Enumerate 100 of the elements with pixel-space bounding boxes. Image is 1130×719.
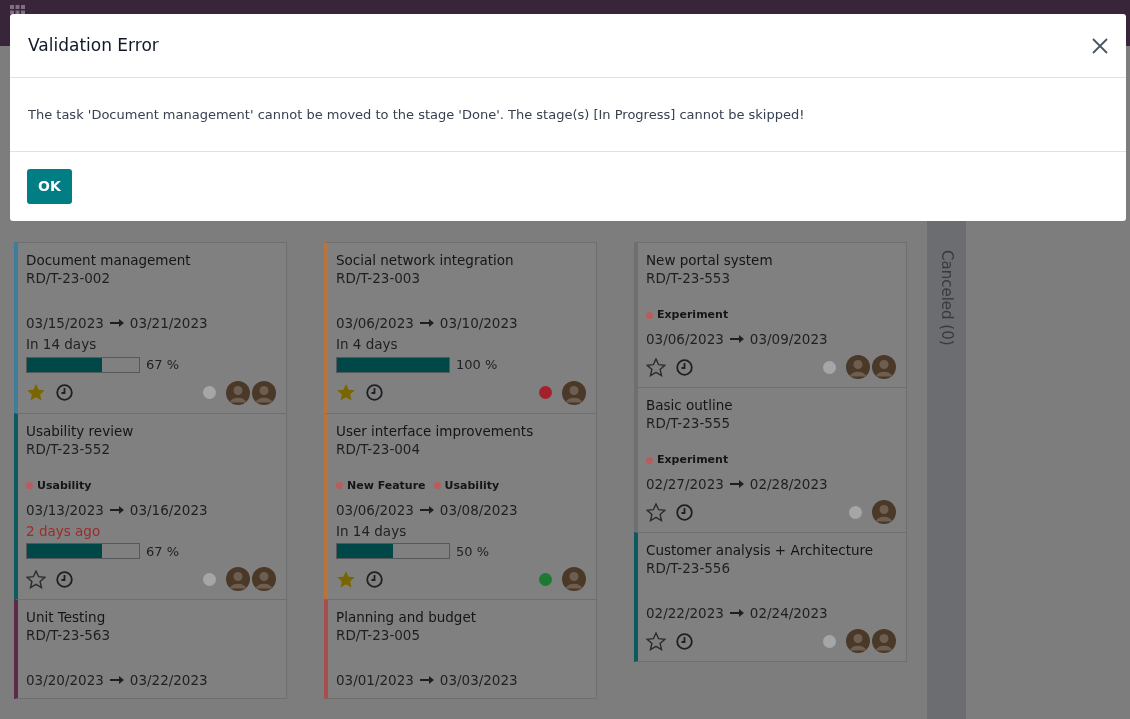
- end-date: 03/16/2023: [129, 500, 208, 520]
- end-date: 03/21/2023: [129, 314, 208, 333]
- status-dot[interactable]: [539, 572, 552, 586]
- task-title: Social network integration: [336, 251, 515, 269]
- task-card[interactable]: New portal system RD/T-23-553 Experiment 03/06/2023 03/09/2023: [634, 242, 907, 388]
- tag-label: Experiment: [657, 452, 729, 468]
- task-card[interactable]: Social network integration RD/T-23-003 03/06/2023 03/10/2023 In 4 days 100 %: [324, 242, 597, 414]
- start-date: 03/06/2023: [336, 314, 414, 333]
- arrow-icon: [729, 335, 744, 343]
- arrow-icon: [109, 676, 124, 684]
- status-dot[interactable]: [849, 505, 862, 519]
- status-dot[interactable]: [823, 634, 836, 648]
- task-title: New portal system: [646, 251, 774, 269]
- avatar: [846, 629, 870, 653]
- progress-reading: 67 %: [146, 356, 180, 374]
- end-date: 02/28/2023: [749, 475, 828, 494]
- task-reference: RD/T-23-005: [336, 626, 422, 644]
- task-card[interactable]: Unit Testing RD/T-23-563 03/20/2023 03/22/2023: [14, 599, 287, 699]
- status-dot[interactable]: [203, 572, 216, 586]
- start-date: 03/06/2023: [336, 500, 414, 520]
- deadline-text: In 14 days: [26, 335, 98, 354]
- deadline-text: 2 days ago: [26, 521, 102, 541]
- tag-label: New Feature: [347, 477, 426, 494]
- tag-label: Experiment: [657, 307, 729, 323]
- progress-reading: 67 %: [146, 542, 180, 561]
- task-reference: RD/T-23-556: [646, 559, 732, 577]
- task-title: Basic outline: [646, 396, 734, 414]
- avatar: [226, 380, 250, 405]
- clock-icon[interactable]: [56, 570, 73, 588]
- avatar: [872, 629, 896, 653]
- close-icon: [1092, 37, 1108, 54]
- avatar: [872, 355, 896, 379]
- end-date: 03/08/2023: [439, 500, 518, 520]
- clock-icon[interactable]: [56, 384, 73, 401]
- deadline-text: In 4 days: [336, 335, 399, 354]
- end-date: 02/24/2023: [749, 604, 828, 623]
- dialog-title: Validation Error: [28, 35, 159, 56]
- clock-icon[interactable]: [366, 570, 383, 588]
- task-reference: RD/T-23-003: [336, 269, 422, 287]
- end-date: 03/10/2023: [439, 314, 518, 333]
- start-date: 03/15/2023: [26, 314, 104, 333]
- status-dot[interactable]: [823, 360, 836, 374]
- start-date: 03/01/2023: [336, 671, 414, 690]
- star-icon[interactable]: [336, 569, 356, 589]
- progress-reading: 50 %: [456, 542, 490, 561]
- deadline-text: In 14 days: [336, 521, 408, 541]
- avatar: [252, 380, 276, 405]
- star-icon[interactable]: [336, 383, 356, 402]
- clock-icon[interactable]: [366, 384, 383, 401]
- end-date: 03/03/2023: [439, 671, 518, 690]
- arrow-icon: [109, 505, 124, 514]
- avatar: [562, 567, 586, 591]
- tag-label: Usability: [37, 477, 92, 494]
- progress-reading: 100 %: [456, 356, 498, 374]
- task-card[interactable]: Usability review RD/T-23-552 Usability 03/13/2023 03/16/2023 2 days ago 67 %: [14, 412, 287, 600]
- apps-menu-icon[interactable]: [10, 5, 25, 14]
- end-date: 03/22/2023: [129, 671, 208, 690]
- close-button[interactable]: [1092, 37, 1108, 54]
- star-icon[interactable]: [646, 631, 666, 651]
- task-title: Document management: [26, 251, 192, 269]
- avatar: [562, 380, 586, 405]
- start-date: 03/13/2023: [26, 500, 104, 520]
- task-title: User interface improvements: [336, 421, 535, 440]
- star-icon[interactable]: [26, 383, 46, 402]
- avatar: [846, 355, 870, 379]
- task-card[interactable]: Planning and budget RD/T-23-005 03/01/2023 03/03/2023: [324, 599, 597, 699]
- avatar: [226, 567, 250, 591]
- start-date: 03/06/2023: [646, 330, 724, 349]
- task-card[interactable]: User interface improvements RD/T-23-004 New Feature Usability 03/06/2023 03/08/2023 In 14 days 50 %: [324, 412, 597, 600]
- task-card[interactable]: Basic outline RD/T-23-555 Experiment 02/27/2023 02/28/2023: [634, 387, 907, 533]
- status-dot[interactable]: [203, 386, 216, 399]
- task-reference: RD/T-23-555: [646, 414, 732, 432]
- start-date: 02/22/2023: [646, 604, 724, 623]
- task-title: Unit Testing: [26, 608, 107, 626]
- tag-label: Usability: [444, 477, 500, 494]
- end-date: 03/09/2023: [749, 330, 828, 349]
- status-dot[interactable]: [539, 386, 552, 399]
- task-reference: RD/T-23-553: [646, 269, 732, 287]
- arrow-icon: [419, 505, 434, 514]
- star-icon[interactable]: [646, 357, 666, 377]
- task-reference: RD/T-23-563: [26, 626, 112, 644]
- task-reference: RD/T-23-002: [26, 269, 112, 287]
- arrow-icon: [729, 609, 744, 617]
- start-date: 02/27/2023: [646, 475, 724, 494]
- task-title: Planning and budget: [336, 608, 477, 626]
- task-card[interactable]: Document management RD/T-23-002 03/15/2023 03/21/2023 In 14 days 67 %: [14, 242, 287, 414]
- clock-icon[interactable]: [676, 632, 693, 650]
- ok-button[interactable]: OK: [27, 169, 72, 204]
- clock-icon[interactable]: [676, 358, 693, 376]
- clock-icon[interactable]: [676, 503, 693, 521]
- star-icon[interactable]: [646, 502, 666, 522]
- arrow-icon: [109, 319, 124, 327]
- arrow-icon: [729, 480, 744, 488]
- arrow-icon: [419, 319, 434, 327]
- task-title: Customer analysis + Architecture: [646, 541, 875, 559]
- task-card[interactable]: Customer analysis + Architecture RD/T-23-556 02/22/2023 02/24/2023: [634, 532, 907, 662]
- star-icon[interactable]: [26, 569, 46, 589]
- task-reference: RD/T-23-004: [336, 439, 422, 458]
- error-message: The task 'Document management' cannot be moved to the stage 'Done'. The stage(s) [In Progress] cannot be skipped!: [28, 105, 805, 124]
- task-title: Usability review: [26, 421, 135, 440]
